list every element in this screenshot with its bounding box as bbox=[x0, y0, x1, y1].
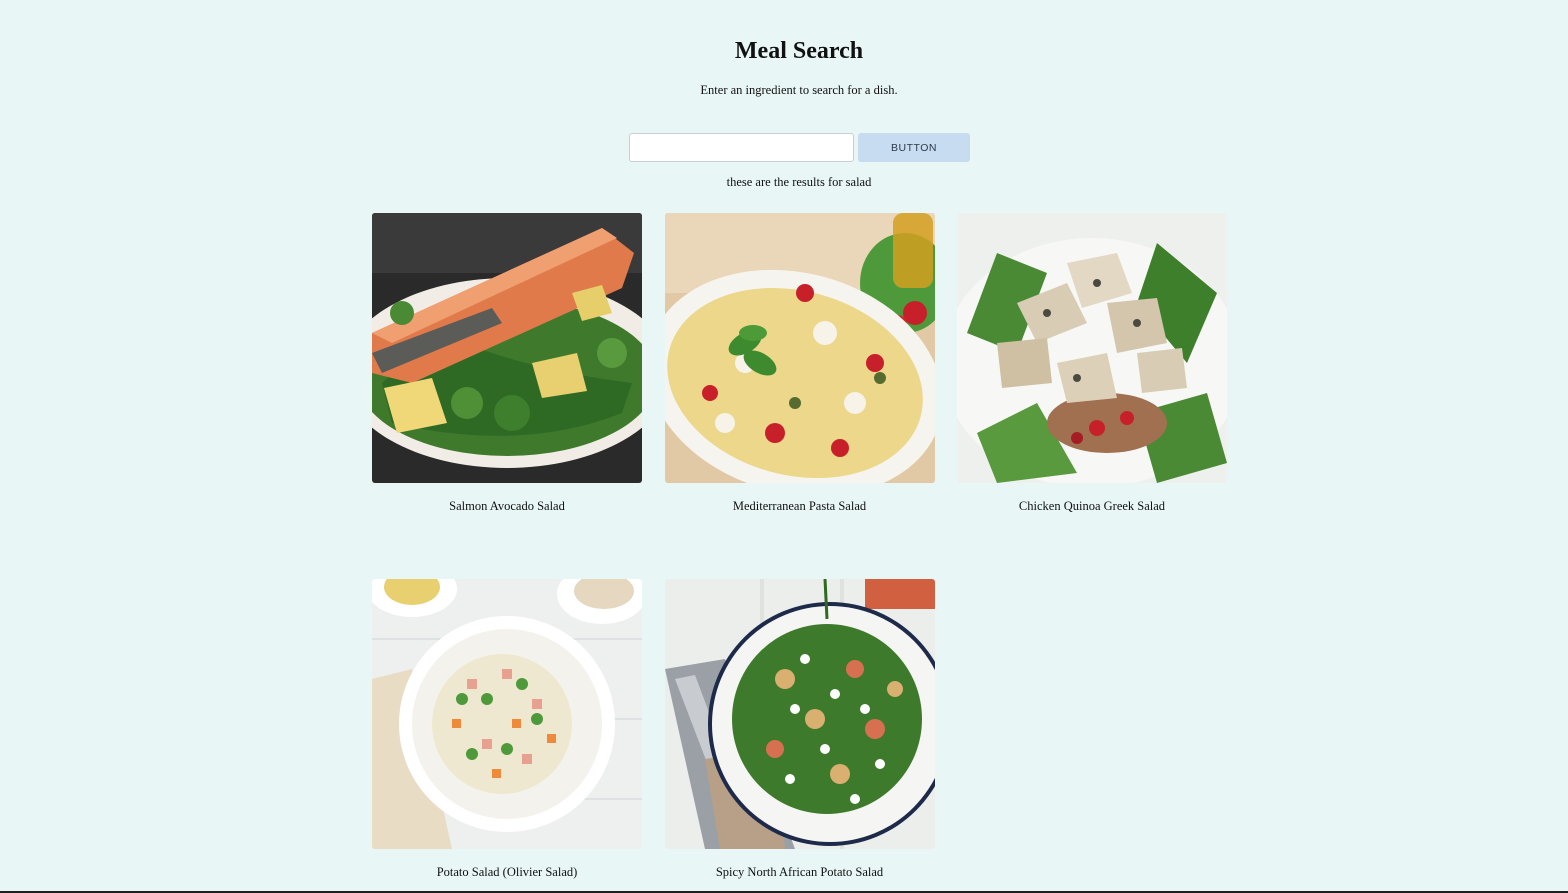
meal-card[interactable]: Potato Salad (Olivier Salad) bbox=[372, 579, 642, 880]
search-input[interactable] bbox=[629, 133, 854, 162]
meal-card[interactable]: Salmon Avocado Salad bbox=[372, 213, 642, 514]
results-grid: Salmon Avocado Salad Mediterranean Pasta… bbox=[372, 213, 1227, 880]
salmon-avocado-salad-image bbox=[372, 213, 642, 483]
meal-image[interactable] bbox=[957, 213, 1227, 483]
chicken-quinoa-greek-salad-image bbox=[957, 213, 1227, 483]
meal-image[interactable] bbox=[372, 213, 642, 483]
page-subtitle: Enter an ingredient to search for a dish… bbox=[700, 83, 898, 97]
meal-image[interactable] bbox=[664, 579, 935, 849]
spicy-north-african-potato-salad-image bbox=[664, 579, 935, 849]
search-button[interactable]: BUTTON bbox=[858, 133, 970, 162]
meal-title[interactable]: Chicken Quinoa Greek Salad bbox=[957, 499, 1227, 514]
results-summary: these are the results for salad bbox=[726, 175, 872, 189]
potato-salad-olivier-image bbox=[372, 579, 642, 849]
page-title: Meal Search bbox=[734, 38, 864, 64]
meal-title[interactable]: Mediterranean Pasta Salad bbox=[665, 499, 935, 514]
meal-image[interactable] bbox=[372, 579, 642, 849]
meal-image[interactable] bbox=[664, 213, 935, 483]
meal-card[interactable]: Spicy North African Potato Salad bbox=[664, 579, 935, 880]
meal-card[interactable]: Chicken Quinoa Greek Salad bbox=[957, 213, 1227, 514]
mediterranean-pasta-salad-image bbox=[664, 213, 935, 483]
meal-card[interactable]: Mediterranean Pasta Salad bbox=[664, 213, 935, 514]
meal-title[interactable]: Salmon Avocado Salad bbox=[372, 499, 642, 514]
search-bar: BUTTON bbox=[629, 133, 970, 162]
meal-title[interactable]: Potato Salad (Olivier Salad) bbox=[372, 865, 642, 880]
meal-title[interactable]: Spicy North African Potato Salad bbox=[665, 865, 935, 880]
